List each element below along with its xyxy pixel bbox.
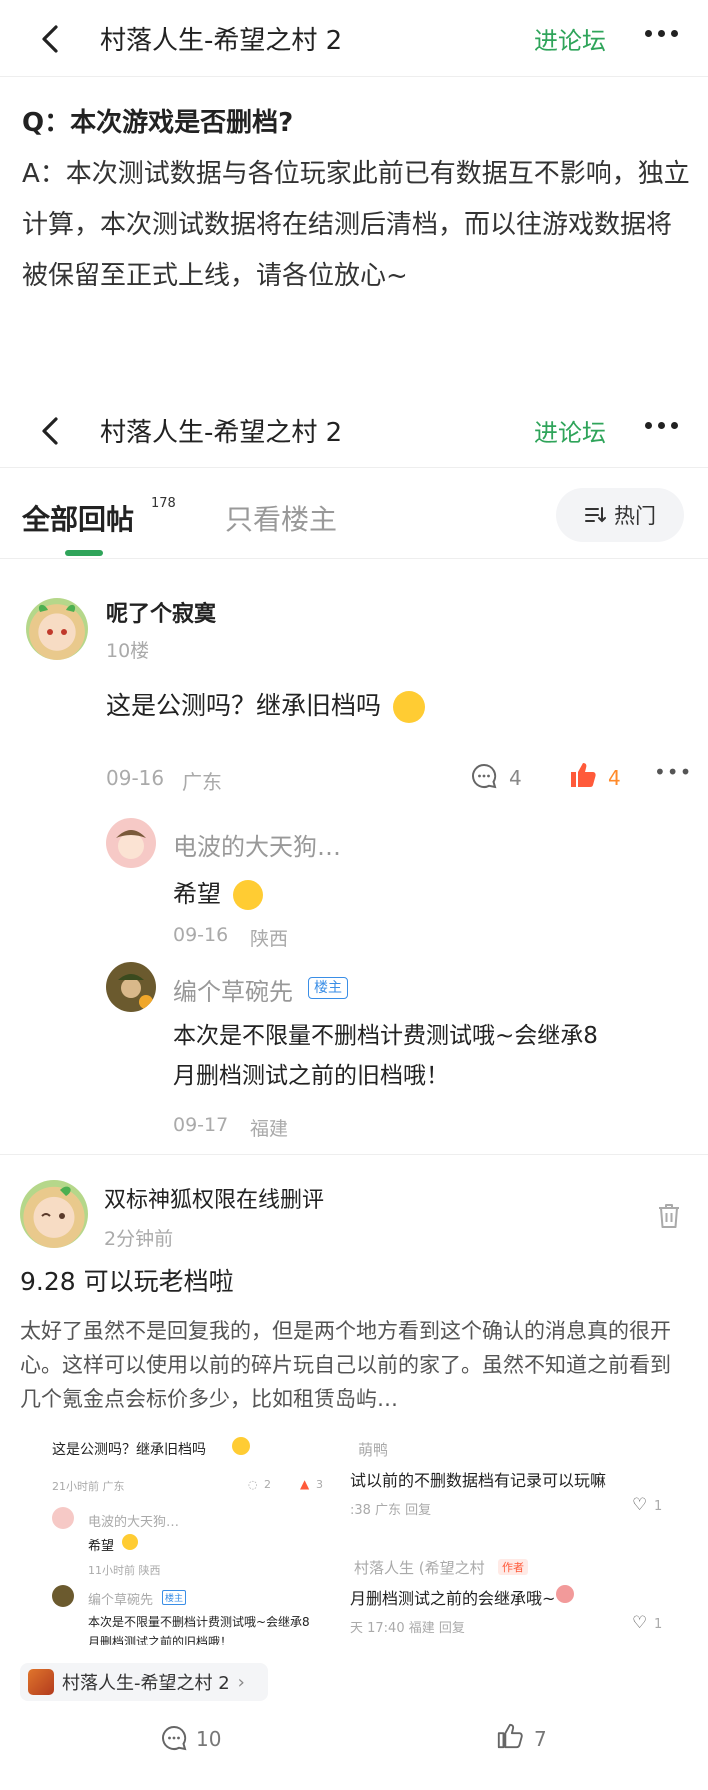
more-icon[interactable]: ••• — [654, 760, 692, 784]
laughing-emoji-icon — [232, 1437, 250, 1455]
post-time: 2分钟前 — [104, 1228, 174, 1250]
divider — [0, 76, 708, 77]
anime-girl-avatar-icon — [38, 604, 76, 635]
crying-emoji-icon — [122, 1534, 138, 1550]
back-arrow-icon[interactable] — [34, 414, 68, 448]
floor-number: 10楼 — [106, 640, 150, 662]
reply-region: 广东 — [182, 770, 222, 794]
reply-username[interactable]: 呢了个寂寞 — [106, 596, 216, 628]
avatar[interactable] — [20, 1180, 88, 1248]
post-title[interactable]: 9.28 可以玩老档啦 — [20, 1262, 234, 1298]
game-app-icon — [28, 1669, 54, 1695]
thumbs-up-icon[interactable] — [496, 1722, 524, 1750]
heart-icon: ♡ — [632, 1613, 648, 1633]
laughing-emoji-icon — [392, 691, 425, 723]
thumbs-up-filled-icon[interactable] — [568, 760, 598, 790]
reply-username[interactable]: 编个草碗先 — [173, 972, 293, 1007]
screenshot-thumbnail-left[interactable]: 这是公测吗？继承旧档吗 21小时前 广东 ◌ 2 ▲ 3 电波的大天狗… 希望 … — [20, 1435, 340, 1645]
reply-date: 09-17 — [173, 1114, 229, 1136]
faq-question: Q：本次游戏是否删档? — [22, 108, 294, 138]
faq-answer: A：本次测试数据与各位玩家此前已有数据互不影响，独立计算，本次测试数据将在结测后… — [22, 159, 690, 291]
avatar[interactable] — [106, 818, 156, 868]
anime-girl-avatar-icon — [116, 830, 146, 859]
reply-region: 陕西 — [250, 928, 289, 950]
trash-icon[interactable] — [656, 1202, 682, 1230]
thumbs-up-filled-icon: ▲ — [300, 1477, 310, 1491]
sort-list-icon — [585, 507, 606, 523]
sort-label: 热门 — [614, 504, 656, 528]
page-title: 村落人生-希望之村 2 — [100, 25, 343, 56]
tab-owner-only[interactable]: 只看楼主 — [225, 498, 337, 538]
like-count: 4 — [608, 766, 621, 790]
pig-emoji-icon — [556, 1585, 574, 1603]
active-tab-indicator — [65, 550, 103, 556]
game-tag-chip[interactable]: 村落人生-希望之村 2 › — [20, 1663, 268, 1701]
divider — [0, 1154, 708, 1155]
reply-content: 希望 — [173, 874, 263, 910]
top-navbar: 村落人生-希望之村 2 进论坛 — [0, 0, 708, 76]
enter-forum-link[interactable]: 进论坛 — [534, 21, 606, 56]
reply-content: 这是公测吗？继承旧档吗 — [106, 686, 425, 723]
tab-all-replies[interactable]: 全部回帖 — [22, 498, 134, 538]
owner-badge: 楼主 — [308, 977, 348, 999]
avatar[interactable] — [106, 962, 156, 1012]
comment-count: 10 — [196, 1727, 222, 1751]
page-title: 村落人生-希望之村 2 — [100, 417, 343, 448]
crying-emoji-icon — [232, 880, 263, 910]
more-options-icon[interactable] — [645, 422, 678, 429]
like-count: 7 — [534, 1727, 547, 1751]
divider — [0, 467, 708, 468]
comment-icon[interactable] — [470, 762, 498, 790]
sort-hot-button[interactable]: 热门 — [556, 488, 684, 542]
reply-date: 09-16 — [106, 766, 165, 790]
heart-icon: ♡ — [632, 1495, 648, 1515]
enter-forum-link[interactable]: 进论坛 — [534, 413, 606, 448]
post-username[interactable]: 双标神狐权限在线删评 — [104, 1182, 324, 1214]
post-body[interactable]: 太好了虽然不是回复我的，但是两个地方看到这个确认的消息真的很开心。这样可以使用以… — [20, 1314, 690, 1416]
game-tag-label: 村落人生-希望之村 2 — [62, 1673, 230, 1694]
faq-block: Q：本次游戏是否删档? A：本次测试数据与各位玩家此前已有数据互不影响，独立计算… — [22, 98, 692, 302]
character-avatar-icon — [118, 974, 153, 1009]
reply-region: 福建 — [250, 1118, 289, 1140]
more-options-icon[interactable] — [645, 30, 678, 37]
screenshot-thumbnail-right[interactable]: 萌鸭 试以前的不删数据档有记录可以玩嘛 :38 广东 回复 ♡ 1 村落人生 (… — [350, 1435, 688, 1645]
back-arrow-icon[interactable] — [34, 22, 68, 56]
chevron-right-icon: › — [237, 1671, 245, 1693]
comment-icon[interactable] — [160, 1724, 188, 1752]
avatar — [52, 1507, 74, 1529]
comment-count: 4 — [509, 766, 522, 790]
reply-date: 09-16 — [173, 924, 229, 946]
divider — [0, 558, 708, 559]
reply-content: 本次是不限量不删档计费测试哦~会继承8 月删档测试之前的旧档哦！ — [173, 1023, 598, 1089]
reply-username[interactable]: 电波的大天狗… — [173, 827, 341, 862]
avatar — [52, 1585, 74, 1607]
reply-tabs: 全部回帖 178 只看楼主 热门 — [0, 484, 708, 560]
top-navbar-second: 村落人生-希望之村 2 进论坛 — [0, 392, 708, 468]
avatar[interactable] — [26, 598, 88, 660]
anime-girl-avatar-icon — [41, 1186, 71, 1219]
comment-icon: ◌ — [248, 1478, 258, 1491]
reply-count: 178 — [151, 496, 176, 511]
